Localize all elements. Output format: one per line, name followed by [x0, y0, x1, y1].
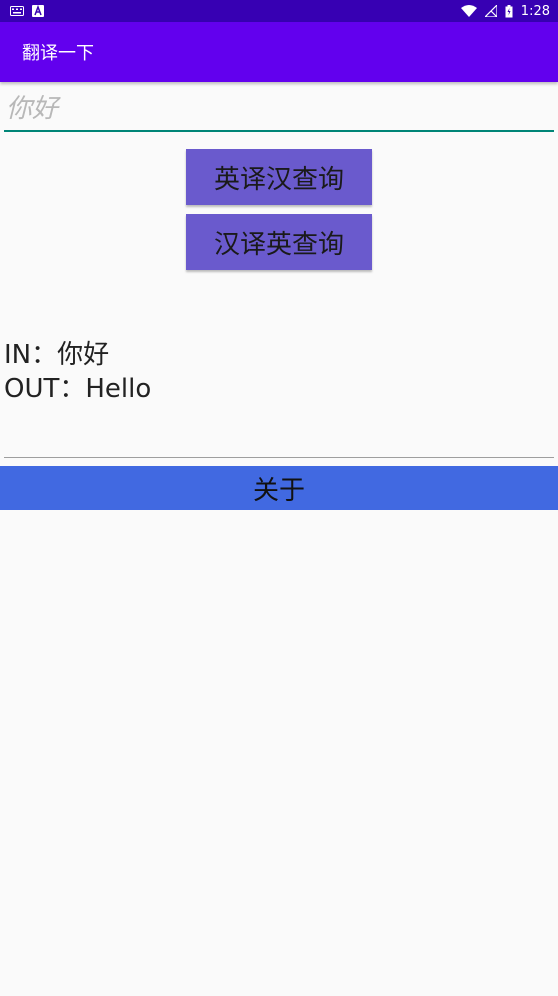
app-bar: 翻译一下 — [0, 22, 558, 82]
status-right: 1:28 — [460, 3, 550, 19]
no-signal-icon — [484, 5, 497, 17]
app-title: 翻译一下 — [22, 43, 94, 64]
zh-to-en-query-button[interactable]: 汉译英查询 — [186, 214, 372, 270]
status-left — [10, 5, 44, 17]
result-out-line: OUT：Hello — [4, 374, 152, 404]
result-in-line: IN：你好 — [4, 340, 110, 370]
about-button[interactable]: 关于 — [0, 466, 558, 510]
status-time: 1:28 — [520, 3, 550, 19]
text-a-icon — [32, 5, 44, 17]
status-bar: 1:28 — [0, 0, 558, 22]
result-panel: IN：你好 OUT：Hello — [4, 338, 554, 406]
keyboard-icon — [10, 6, 24, 16]
wifi-icon — [460, 5, 477, 17]
divider — [4, 457, 554, 458]
en-to-zh-query-button[interactable]: 英译汉查询 — [186, 149, 372, 205]
query-input-wrapper — [4, 88, 554, 132]
battery-charging-icon — [505, 4, 513, 18]
query-input[interactable] — [4, 88, 554, 130]
